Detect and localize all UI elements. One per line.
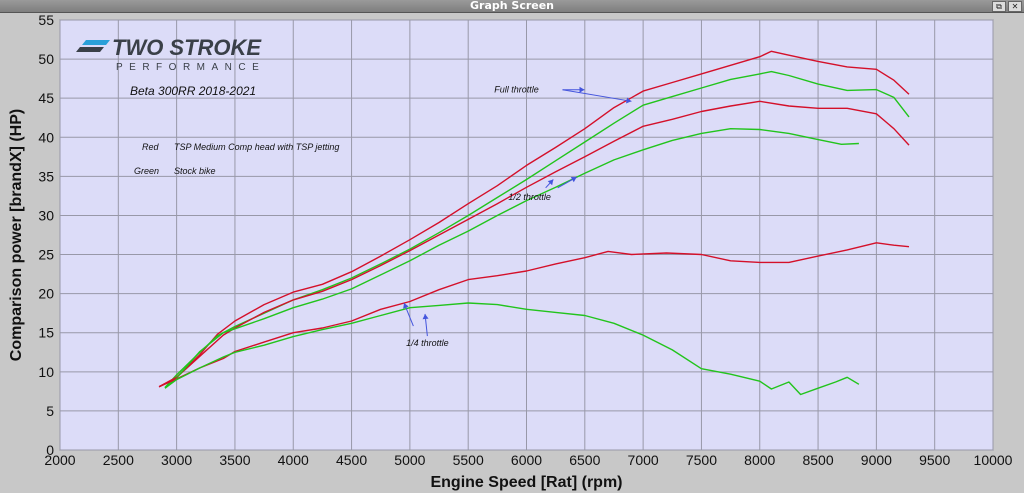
y-tick-label: 40 <box>38 129 54 145</box>
y-tick-label: 15 <box>38 325 54 341</box>
y-tick-label: 50 <box>38 51 54 67</box>
y-tick-label: 25 <box>38 247 54 263</box>
x-tick-label: 7500 <box>686 452 717 468</box>
x-tick-label: 7000 <box>628 452 659 468</box>
x-tick-label: 9500 <box>919 452 950 468</box>
x-tick-label: 5500 <box>453 452 484 468</box>
x-tick-label: 6500 <box>569 452 600 468</box>
x-tick-label: 5000 <box>394 452 425 468</box>
y-tick-label: 35 <box>38 168 54 184</box>
y-axis-ticks: 0 5 10 15 20 25 30 35 40 45 50 55 <box>38 12 54 458</box>
x-axis-ticks: 2000 2500 3000 3500 4000 4500 5000 5500 6000 6500… <box>44 452 1012 468</box>
y-tick-label: 5 <box>46 403 54 419</box>
y-tick-label: 20 <box>38 286 54 302</box>
logo-sub: PERFORMANCE <box>116 62 265 73</box>
power-chart: 2000 2500 3000 3500 4000 4500 5000 5500 6000 6500… <box>8 12 1013 491</box>
y-tick-label: 30 <box>38 207 54 223</box>
annotation-full-throttle: Full throttle <box>494 85 539 95</box>
graph-window: Graph Screen ⧉ ✕ 2000 2500 3000 3500 4000 450… <box>0 0 1024 493</box>
x-tick-label: 4000 <box>278 452 309 468</box>
y-tick-label: 0 <box>46 442 54 458</box>
annotation-half-throttle: 1/2 throttle <box>508 192 551 202</box>
x-tick-label: 4500 <box>336 452 367 468</box>
chart-title: Beta 300RR 2018-2021 <box>130 84 256 98</box>
legend-text-red: TSP Medium Comp head with TSP jetting <box>174 142 339 152</box>
y-tick-label: 45 <box>38 90 54 106</box>
x-tick-label: 9000 <box>861 452 892 468</box>
annotation-quarter-throttle: 1/4 throttle <box>406 338 449 348</box>
x-tick-label: 10000 <box>974 452 1013 468</box>
x-tick-label: 8000 <box>744 452 775 468</box>
x-tick-label: 3000 <box>161 452 192 468</box>
legend-key-red: Red <box>142 142 160 152</box>
x-tick-label: 8500 <box>802 452 833 468</box>
x-axis-label: Engine Speed [Rat] (rpm) <box>430 474 622 491</box>
logo-brand: TWO STROKE <box>112 35 262 60</box>
logo-stripe-blue-icon <box>82 40 110 45</box>
logo-stripe-dark-icon <box>76 47 104 52</box>
y-tick-label: 10 <box>38 364 54 380</box>
y-axis-label: Comparison power [brandX] (HP) <box>8 109 25 361</box>
legend-text-green: Stock bike <box>174 166 216 176</box>
y-tick-label: 55 <box>38 12 54 28</box>
x-tick-label: 3500 <box>219 452 250 468</box>
x-tick-label: 2500 <box>103 452 134 468</box>
legend-key-green: Green <box>134 166 159 176</box>
x-tick-label: 6000 <box>511 452 542 468</box>
